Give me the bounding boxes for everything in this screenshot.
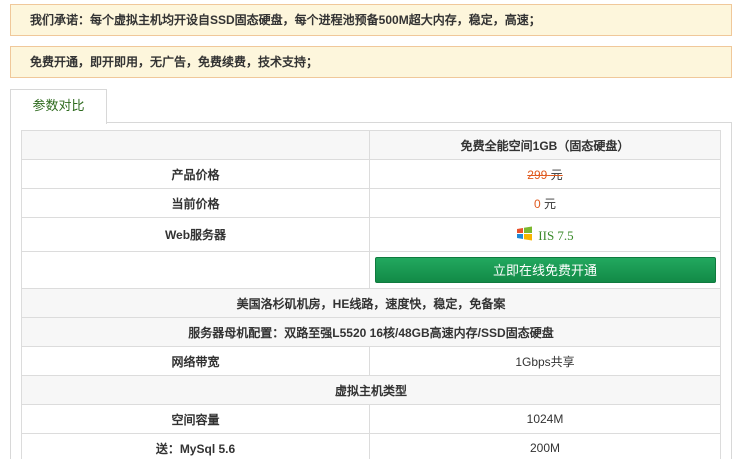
web-server-value: IIS 7.5 [538,227,574,243]
bandwidth-label: 网络带宽 [21,346,370,376]
table-row: 产品价格 299 元 [21,159,721,189]
current-price-unit: 元 [544,196,557,211]
tab-params-compare[interactable]: 参数对比 [10,89,107,124]
tab-bar: 参数对比 [10,89,732,124]
bandwidth-value: 1Gbps共享 [369,346,721,376]
table-row: 服务器母机配置：双路至强L5520 16核/48GB高速内存/SSD固态硬盘 [21,317,721,347]
table-row: 送：MySql 5.6 200M [21,433,721,459]
mysql-label: 送：MySql 5.6 [21,433,370,459]
current-price: 0 元 [369,188,721,218]
original-price: 299 元 [369,159,721,189]
current-price-label: 当前价格 [21,188,370,218]
mysql-value: 200M [369,433,721,459]
promise-notice: 我们承诺：每个虚拟主机均开设自SSD固态硬盘，每个进程池预备500M超大内存，稳… [10,4,732,36]
table-row: 网络带宽 1Gbps共享 [21,346,721,376]
table-row: 空间容量 1024M [21,404,721,434]
host-type-section: 虚拟主机类型 [21,375,721,405]
button-cell: 立即在线免费开通 [369,251,721,289]
price-label: 产品价格 [21,159,370,189]
web-server-value-cell: IIS 7.5 [369,217,721,252]
table-row: 美国洛杉矶机房，HE线路，速度快，稳定，免备案 [21,288,721,318]
compare-table: 免费全能空间1GB（固态硬盘） 产品价格 299 元 当前价格 0 元 Web服… [21,130,721,459]
original-price-unit: 元 [550,167,563,182]
button-row-empty-cell [21,251,370,289]
header-empty-cell [21,130,370,160]
server-config-info: 服务器母机配置：双路至强L5520 16核/48GB高速内存/SSD固态硬盘 [21,317,721,347]
space-value: 1024M [369,404,721,434]
table-row: Web服务器 IIS 7.5 [21,217,721,252]
table-header-row: 免费全能空间1GB（固态硬盘） [21,130,721,160]
original-price-value: 299 [527,167,548,182]
service-notice: 免费开通，即开即用，无广告，免费续费，技术支持； [10,46,732,78]
table-row: 立即在线免费开通 [21,251,721,289]
space-label: 空间容量 [21,404,370,434]
web-server-label: Web服务器 [21,217,370,252]
table-row: 虚拟主机类型 [21,375,721,405]
datacenter-info: 美国洛杉矶机房，HE线路，速度快，稳定，免备案 [21,288,721,318]
product-name-header: 免费全能空间1GB（固态硬盘） [369,130,721,160]
current-price-value: 0 [533,196,541,211]
table-row: 当前价格 0 元 [21,188,721,218]
windows-logo-icon [517,226,533,240]
open-free-button[interactable]: 立即在线免费开通 [374,257,716,283]
